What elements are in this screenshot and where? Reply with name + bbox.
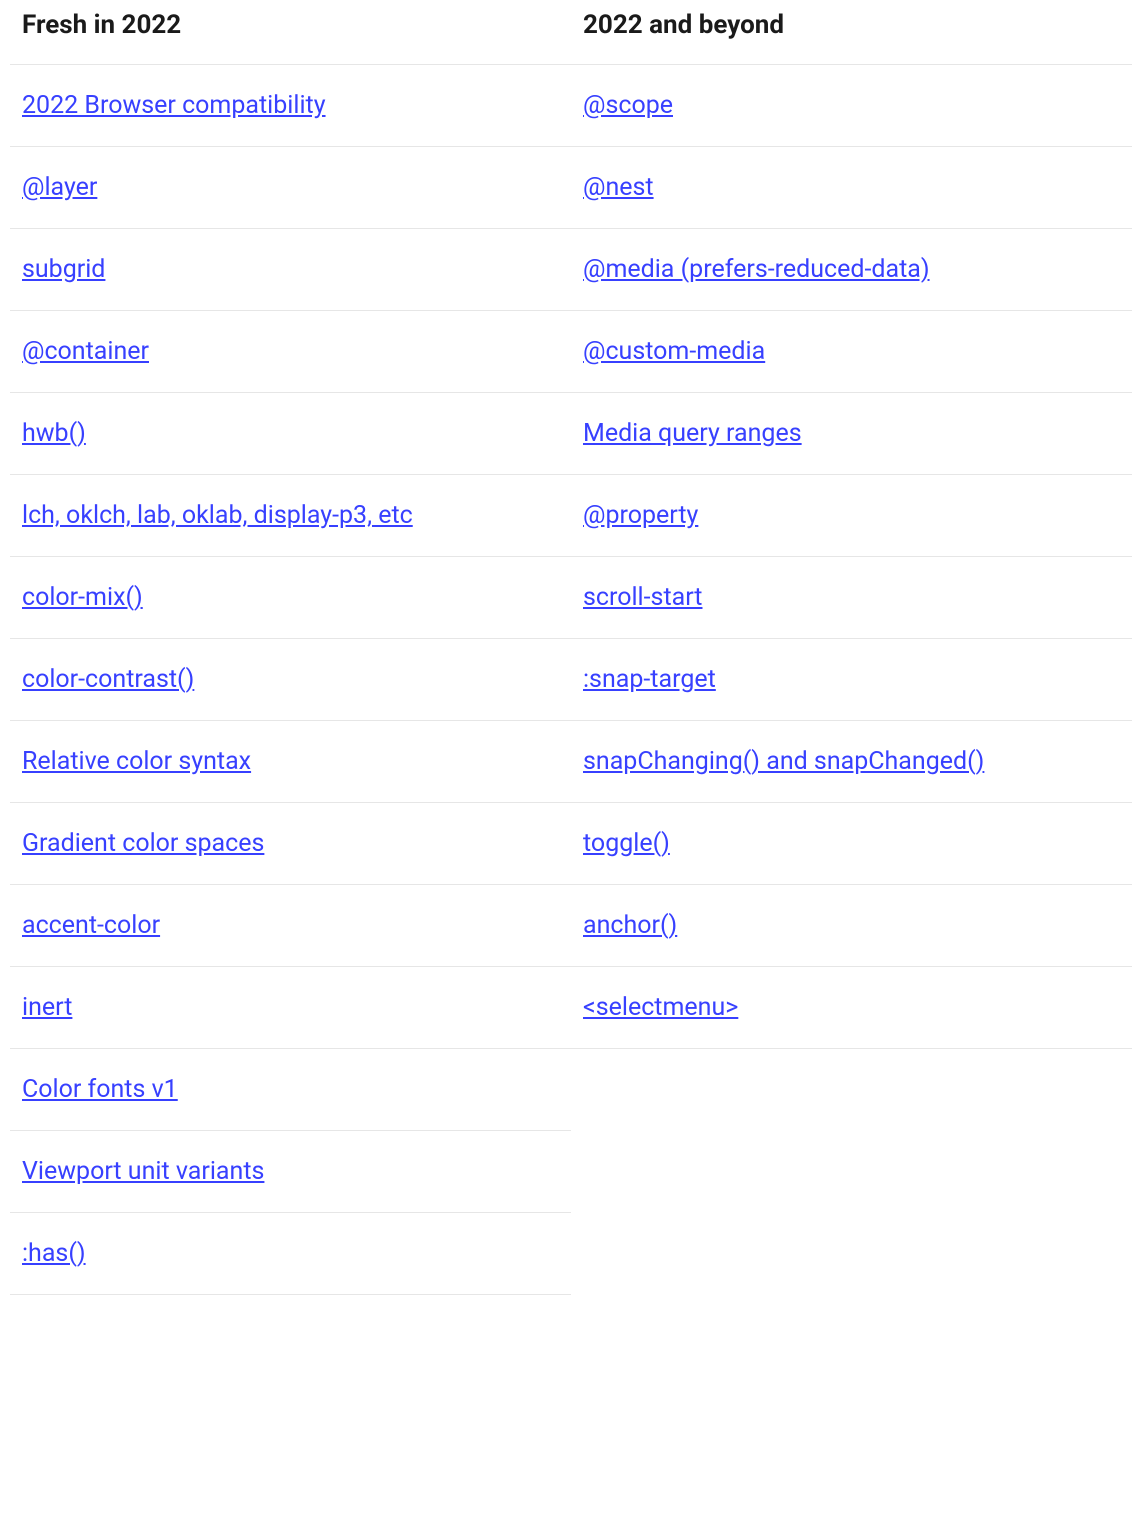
link-item[interactable]: @layer <box>22 173 97 202</box>
link-item[interactable]: Viewport unit variants <box>22 1157 264 1186</box>
list-item: Relative color syntax <box>10 721 571 803</box>
link-item[interactable]: @media (prefers-reduced-data) <box>583 255 930 284</box>
list-item: @media (prefers-reduced-data) <box>571 229 1132 311</box>
list-item: snapChanging() and snapChanged() <box>571 721 1132 803</box>
link-item[interactable]: :has() <box>22 1239 86 1268</box>
list-item: <selectmenu> <box>571 967 1132 1049</box>
list-item: Gradient color spaces <box>10 803 571 885</box>
link-item[interactable]: @property <box>583 501 698 530</box>
list-item: @scope <box>571 65 1132 147</box>
list-item: scroll-start <box>571 557 1132 639</box>
list-item: hwb() <box>10 393 571 475</box>
link-item[interactable]: lch, oklch, lab, oklab, display-p3, etc <box>22 501 413 530</box>
list-item: toggle() <box>571 803 1132 885</box>
list-item: anchor() <box>571 885 1132 967</box>
link-item[interactable]: hwb() <box>22 419 86 448</box>
column-2022-beyond: 2022 and beyond @scope @nest @media (pre… <box>571 10 1132 1295</box>
list-item: @custom-media <box>571 311 1132 393</box>
link-item[interactable]: 2022 Browser compatibility <box>22 91 326 120</box>
list-item: lch, oklch, lab, oklab, display-p3, etc <box>10 475 571 557</box>
list-item: color-contrast() <box>10 639 571 721</box>
list-item: :has() <box>10 1213 571 1295</box>
list-item: @container <box>10 311 571 393</box>
list-item: accent-color <box>10 885 571 967</box>
list-item: subgrid <box>10 229 571 311</box>
link-item[interactable]: Relative color syntax <box>22 747 251 776</box>
list-item: Viewport unit variants <box>10 1131 571 1213</box>
column-header: 2022 and beyond <box>571 10 1132 65</box>
link-item[interactable]: <selectmenu> <box>583 993 738 1022</box>
list-item: @nest <box>571 147 1132 229</box>
link-item[interactable]: Gradient color spaces <box>22 829 264 858</box>
list-item: :snap-target <box>571 639 1132 721</box>
link-item[interactable]: :snap-target <box>583 665 716 694</box>
link-item[interactable]: @container <box>22 337 149 366</box>
list-item: Media query ranges <box>571 393 1132 475</box>
list-item: @property <box>571 475 1132 557</box>
link-item[interactable]: subgrid <box>22 255 105 284</box>
list-item: inert <box>10 967 571 1049</box>
column-fresh-2022: Fresh in 2022 2022 Browser compatibility… <box>10 10 571 1295</box>
column-header: Fresh in 2022 <box>10 10 571 65</box>
list-item: 2022 Browser compatibility <box>10 65 571 147</box>
link-item[interactable]: color-contrast() <box>22 665 194 694</box>
link-item[interactable]: inert <box>22 993 72 1022</box>
link-item[interactable]: @nest <box>583 173 654 202</box>
link-item[interactable]: Color fonts v1 <box>22 1075 178 1104</box>
list-item: Color fonts v1 <box>10 1049 571 1131</box>
link-item[interactable]: anchor() <box>583 911 677 940</box>
link-item[interactable]: color-mix() <box>22 583 143 612</box>
columns-container: Fresh in 2022 2022 Browser compatibility… <box>10 10 1132 1295</box>
link-item[interactable]: @custom-media <box>583 337 765 366</box>
link-item[interactable]: scroll-start <box>583 583 702 612</box>
link-item[interactable]: snapChanging() and snapChanged() <box>583 747 984 776</box>
link-item[interactable]: accent-color <box>22 911 160 940</box>
link-item[interactable]: Media query ranges <box>583 419 802 448</box>
link-item[interactable]: @scope <box>583 91 673 120</box>
list-item: @layer <box>10 147 571 229</box>
link-item[interactable]: toggle() <box>583 829 670 858</box>
list-item: color-mix() <box>10 557 571 639</box>
